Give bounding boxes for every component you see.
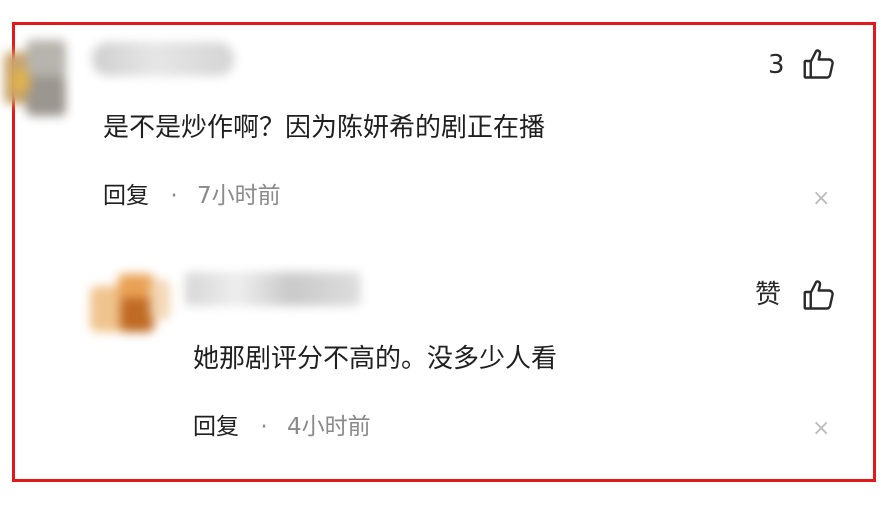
separator: · (260, 414, 268, 440)
comment-text: 是不是炒作啊？因为陈妍希的剧正在播 (103, 113, 546, 143)
thumbs-up-icon[interactable] (801, 277, 837, 313)
close-icon[interactable]: × (812, 188, 830, 210)
thumbs-up-icon[interactable] (801, 46, 837, 82)
like-count: 3 (768, 50, 785, 80)
like-label[interactable]: 赞 (755, 280, 781, 310)
timestamp: 4小时前 (286, 414, 371, 440)
avatar[interactable] (90, 270, 170, 336)
username[interactable] (92, 42, 234, 76)
comment-text: 她那剧评分不高的。没多少人看 (193, 344, 558, 374)
reply-button[interactable]: 回复 (193, 414, 239, 440)
close-icon[interactable]: × (812, 418, 830, 440)
reply-button[interactable]: 回复 (103, 183, 149, 209)
avatar[interactable] (4, 40, 68, 116)
username[interactable] (185, 272, 361, 306)
timestamp: 7小时前 (196, 183, 281, 209)
comment-meta: 回复 · 7小时前 (103, 182, 281, 210)
highlight-box (12, 22, 876, 482)
comment-meta: 回复 · 4小时前 (193, 413, 371, 441)
separator: · (170, 183, 178, 209)
